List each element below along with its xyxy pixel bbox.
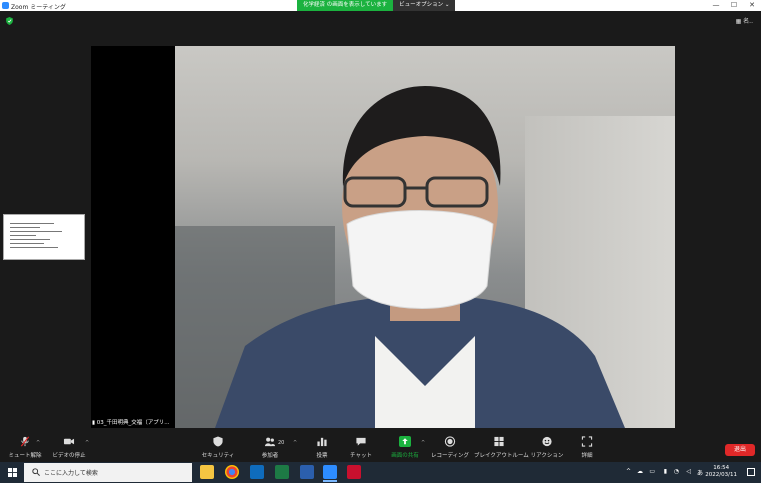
share-status-text: 化学経済 の画面を表示しています	[297, 0, 394, 11]
video-stage	[91, 46, 675, 428]
breakout-rooms-button[interactable]: ブレイクアウトルーム	[474, 436, 529, 459]
smiley-icon	[542, 436, 552, 447]
taskbar-search-box[interactable]: ここに入力して検索	[24, 463, 192, 482]
video-options-caret-icon[interactable]: ^	[85, 440, 89, 446]
minimize-icon[interactable]: —	[707, 0, 725, 11]
window-title: Zoom ミーティング	[11, 4, 66, 11]
word-icon[interactable]	[300, 465, 314, 479]
onedrive-icon[interactable]: ☁	[637, 468, 643, 475]
microphone-muted-icon	[20, 436, 30, 447]
share-banner: 化学経済 の画面を表示しています ビューオプション ⌄	[297, 0, 456, 11]
title-bar: Zoom ミーティング 化学経済 の画面を表示しています ビューオプション ⌄ …	[0, 0, 761, 11]
zoom-window: Zoom ミーティング 化学経済 の画面を表示しています ビューオプション ⌄ …	[0, 0, 761, 483]
search-icon	[32, 468, 40, 476]
gallery-view-button[interactable]: ▦ 名..	[736, 16, 753, 25]
view-options-button[interactable]: ビューオプション ⌄	[393, 0, 456, 11]
zoom-app-icon	[2, 2, 9, 9]
tray-overflow-icon[interactable]: ^	[626, 468, 631, 475]
unmute-button[interactable]: ミュート解除	[0, 436, 50, 459]
acrobat-icon[interactable]	[347, 465, 361, 479]
clock-date: 2022/03/11	[705, 472, 737, 478]
bar-chart-icon	[317, 437, 327, 447]
encryption-shield-icon[interactable]	[6, 17, 13, 25]
more-button[interactable]: 詳細	[562, 436, 612, 459]
video-camera-icon	[63, 438, 75, 445]
speaker-video	[175, 46, 675, 428]
expand-icon	[581, 436, 593, 447]
chat-button[interactable]: チャット	[336, 436, 386, 459]
windows-start-icon[interactable]	[8, 468, 17, 477]
participants-button[interactable]: 参加者	[245, 436, 295, 459]
shield-icon	[213, 436, 223, 447]
outlook-icon[interactable]	[250, 465, 264, 479]
clock-time: 16:54	[713, 465, 730, 471]
zoom-icon[interactable]	[323, 465, 337, 482]
record-icon	[444, 436, 456, 447]
battery-icon[interactable]: ▮	[664, 468, 667, 475]
ime-indicator[interactable]: あ	[697, 468, 703, 477]
breakout-rooms-icon	[494, 436, 504, 447]
meeting-toolbar: ミュート解除 ^ ビデオの停止 ^ セキュリティ 参加者 20 ^ 投票 チャッ…	[0, 432, 761, 462]
share-screen-icon	[399, 436, 411, 447]
shared-screen-thumbnail[interactable]	[3, 214, 85, 260]
excel-icon[interactable]	[275, 465, 289, 479]
chrome-icon[interactable]	[225, 465, 239, 479]
signal-icon: ▮	[92, 420, 96, 426]
chat-bubble-icon	[356, 437, 366, 446]
close-icon[interactable]: ✕	[743, 0, 761, 11]
wifi-icon[interactable]: ◔	[674, 468, 679, 475]
volume-icon[interactable]: ◁	[686, 468, 691, 475]
notification-icon[interactable]	[747, 468, 755, 476]
taskbar-clock[interactable]: 16:54 2022/03/11	[705, 465, 737, 479]
record-button[interactable]: レコーディング	[425, 436, 475, 459]
gallery-label: 名..	[743, 18, 753, 25]
search-placeholder: ここに入力して検索	[44, 470, 98, 477]
participant-name-label: ▮ 03_千田明典_交福（アプリ...	[92, 420, 170, 426]
grid-icon: ▦	[735, 18, 742, 25]
participant-figure	[215, 86, 625, 428]
maximize-icon[interactable]: ☐	[725, 0, 743, 11]
security-button[interactable]: セキュリティ	[193, 436, 243, 459]
file-explorer-icon[interactable]	[200, 465, 214, 479]
windows-taskbar: ここに入力して検索 ^ ☁ ▭ ▮ ◔ ◁ あ 16:54 2022/03/11	[0, 462, 761, 483]
leave-button[interactable]: 退出	[725, 444, 755, 456]
network-icon[interactable]: ▭	[649, 468, 655, 475]
participants-icon	[264, 437, 276, 447]
participants-count: 20	[278, 440, 285, 446]
audio-options-caret-icon[interactable]: ^	[36, 440, 40, 446]
